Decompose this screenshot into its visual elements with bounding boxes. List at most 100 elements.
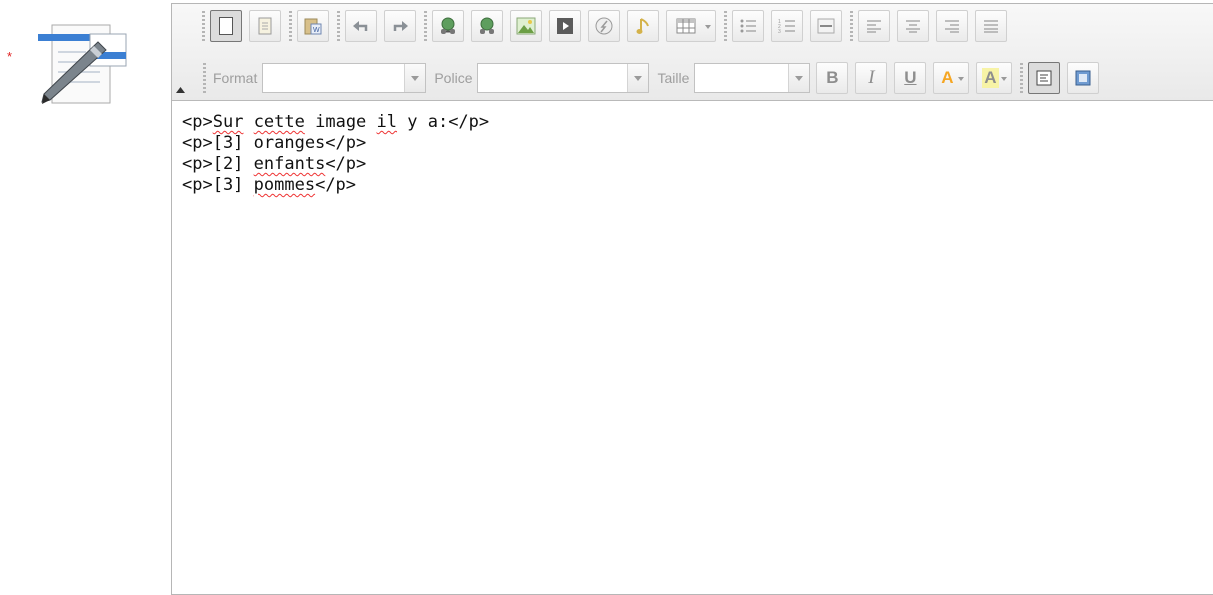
undo-button[interactable]	[345, 10, 377, 42]
size-label: Taille	[657, 70, 690, 86]
toolbar-grip[interactable]	[289, 11, 292, 41]
editor-toolbar: W 1 2 3 Format Police Taille B I U A A	[172, 4, 1213, 101]
align-center-icon	[906, 20, 920, 33]
audio-icon	[636, 18, 649, 34]
misspelled-word: cette	[253, 112, 305, 132]
background-color-button[interactable]: A	[976, 62, 1013, 94]
bulleted-list-button[interactable]	[732, 10, 764, 42]
source-text: y a:</p>	[397, 112, 490, 132]
toolbar-row-2: Format Police Taille B I U A A	[202, 62, 1106, 94]
text-color-button[interactable]: A	[933, 62, 970, 94]
numbered-list-button[interactable]: 123	[771, 10, 803, 42]
new-page-button[interactable]	[210, 10, 242, 42]
redo-icon	[393, 21, 408, 31]
font-select[interactable]	[477, 63, 650, 93]
underline-icon: U	[904, 68, 917, 87]
flash-icon	[595, 17, 613, 35]
toolbar-grip[interactable]	[724, 11, 727, 41]
source-text	[243, 112, 253, 132]
table-icon	[676, 18, 696, 34]
table-button[interactable]	[666, 10, 716, 42]
chevron-down-icon[interactable]	[404, 64, 426, 92]
justify-icon	[984, 20, 998, 33]
source-text: </p>	[325, 154, 367, 174]
flash-button[interactable]	[588, 10, 620, 42]
toolbar-grip[interactable]	[203, 63, 206, 93]
italic-button[interactable]: I	[855, 62, 888, 94]
toolbar-grip[interactable]	[337, 11, 340, 41]
collapse-toolbar-icon[interactable]	[175, 82, 186, 93]
size-select[interactable]	[694, 63, 811, 93]
image-icon	[516, 17, 536, 35]
toolbar-grip[interactable]	[850, 11, 853, 41]
source-text: <p>[3]	[182, 175, 254, 195]
chevron-down-icon[interactable]	[788, 64, 810, 92]
source-text: <p>	[182, 112, 213, 132]
maximize-button[interactable]	[1067, 62, 1100, 94]
misspelled-word: il	[376, 112, 398, 132]
svg-text:3: 3	[778, 29, 781, 34]
link-icon	[441, 17, 455, 34]
text-color-icon: A	[941, 68, 954, 87]
unlink-button[interactable]	[471, 10, 503, 42]
chevron-down-icon	[705, 25, 711, 29]
redo-button[interactable]	[384, 10, 416, 42]
source-text: image	[304, 112, 377, 132]
chevron-down-icon	[1001, 77, 1008, 81]
link-button[interactable]	[432, 10, 464, 42]
align-center-button[interactable]	[897, 10, 929, 42]
audio-button[interactable]	[627, 10, 659, 42]
bold-button[interactable]: B	[816, 62, 849, 94]
horizontal-rule-icon	[817, 18, 835, 34]
toolbar-grip[interactable]	[1020, 63, 1024, 93]
background-color-icon: A	[982, 68, 999, 88]
toolbar-row-1: W 1 2 3	[202, 10, 1014, 42]
media-icon	[557, 18, 573, 34]
source-line[interactable]: <p>[3] pommes</p>	[182, 175, 1213, 196]
chevron-down-icon	[958, 77, 965, 81]
misspelled-word: pommes	[253, 175, 316, 195]
source-line[interactable]: <p>[3] oranges</p>	[182, 133, 1213, 154]
source-text: <p>[2]	[182, 154, 254, 174]
undo-icon	[353, 21, 368, 31]
format-label: Format	[213, 70, 258, 86]
maximize-icon	[1075, 70, 1091, 86]
source-button[interactable]	[1028, 62, 1061, 94]
source-text: </p>	[315, 175, 357, 195]
image-button[interactable]	[510, 10, 542, 42]
underline-button[interactable]: U	[894, 62, 927, 94]
templates-button[interactable]	[249, 10, 281, 42]
misspelled-word: enfants	[253, 154, 326, 174]
format-select[interactable]	[262, 63, 427, 93]
paste-word-button[interactable]: W	[297, 10, 329, 42]
bulleted-list-icon	[740, 19, 756, 33]
media-button[interactable]	[549, 10, 581, 42]
rich-text-editor: W 1 2 3 Format Police Taille B I U A A <…	[171, 3, 1213, 595]
align-right-button[interactable]	[936, 10, 968, 42]
source-text: <p>[3] oranges</p>	[182, 133, 367, 153]
justify-button[interactable]	[975, 10, 1007, 42]
source-icon	[1036, 70, 1052, 86]
new-page-icon	[219, 17, 233, 35]
document-edit-icon	[34, 22, 134, 108]
unlink-icon	[480, 17, 494, 34]
numbered-list-icon: 123	[778, 19, 795, 34]
paste-word-icon: W	[304, 18, 322, 35]
italic-icon: I	[868, 67, 875, 88]
source-line[interactable]: <p>[2] enfants</p>	[182, 154, 1213, 175]
svg-text:W: W	[313, 27, 320, 34]
source-line[interactable]: <p>Sur cette image il y a:</p>	[182, 112, 1213, 133]
toolbar-grip[interactable]	[424, 11, 427, 41]
toolbar-grip[interactable]	[202, 11, 205, 41]
chevron-down-icon[interactable]	[627, 64, 649, 92]
font-label: Police	[434, 70, 473, 86]
bold-icon: B	[826, 68, 839, 87]
align-left-button[interactable]	[858, 10, 890, 42]
align-left-icon	[867, 20, 881, 33]
required-asterisk: *	[7, 49, 13, 64]
horizontal-rule-button[interactable]	[810, 10, 842, 42]
source-editor-area[interactable]: <p>Sur cette image il y a:</p> <p>[3] ora…	[182, 112, 1213, 196]
misspelled-word: Sur	[212, 112, 244, 132]
align-right-icon	[945, 20, 959, 33]
templates-icon	[258, 17, 272, 35]
